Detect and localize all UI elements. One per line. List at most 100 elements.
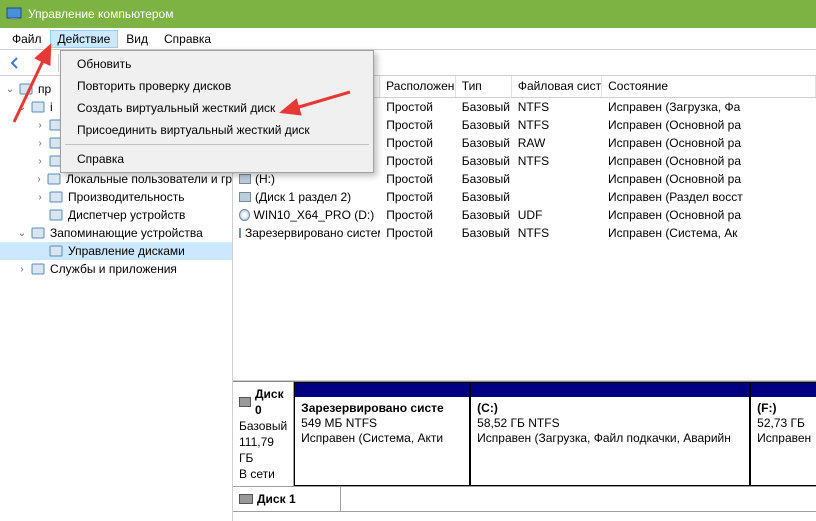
disk-row[interactable]: Диск 1 [233,487,816,512]
volume-name: (Диск 1 раздел 2) [255,190,351,204]
tree-item[interactable]: ⌄ Запоминающие устройства [0,224,232,242]
cell-type: Базовый [456,99,512,115]
disk-icon [239,494,253,504]
expand-toggle[interactable]: › [34,120,46,131]
cell-state: Исправен (Основной ра [602,207,816,223]
forward-button[interactable] [30,52,52,74]
partition-state: Исправен (Система, Акти [301,431,463,446]
partition-stripe [751,383,816,397]
volume-icon [239,228,241,238]
tree-item-label: Управление дисками [66,244,185,258]
cell-layout: Простой [380,207,456,223]
disk-icon [239,397,251,407]
cell-layout: Простой [380,171,456,187]
grid-row[interactable]: Зарезервировано системойПростойБазовыйNT… [233,224,816,242]
menu-item-help[interactable]: Справка [63,148,371,170]
cell-type: Базовый [456,207,512,223]
cell-state: Исправен (Основной ра [602,117,816,133]
partition-title: Зарезервировано систе [301,401,463,416]
cell-type: Базовый [456,117,512,133]
cell-state: Исправен (Основной ра [602,153,816,169]
menu-action[interactable]: Действие [50,30,119,48]
services-icon [30,261,46,277]
expand-toggle[interactable]: › [34,192,46,203]
expand-toggle[interactable]: ⌄ [4,84,16,95]
tree-item-label: Службы и приложения [48,262,177,276]
partition-title: (C:) [477,401,743,416]
cell-layout: Простой [380,189,456,205]
window-title: Управление компьютером [28,7,173,21]
disk-map[interactable]: Диск 0Базовый111,79 ГБВ сетиЗарезервиров… [233,381,816,521]
volume-name: Зарезервировано системой [245,226,380,240]
grid-row[interactable]: WIN10_X64_PRO (D:)ПростойБазовыйUDFИспра… [233,206,816,224]
disk-info: Диск 0Базовый111,79 ГБВ сети [233,382,294,486]
expand-toggle[interactable]: › [34,174,44,185]
tree-item[interactable]: Управление дисками [0,242,232,260]
expand-toggle[interactable]: ⌄ [16,102,28,113]
menubar: Файл Действие Вид Справка [0,28,816,50]
menu-separator [65,144,369,145]
col-type[interactable]: Тип [456,76,512,97]
expand-toggle[interactable]: › [34,156,46,167]
tree-item[interactable]: › Производительность [0,188,232,206]
partition[interactable]: (F:)52,73 ГБИсправен [750,382,816,486]
performance-icon [48,189,64,205]
cell-fs: NTFS [512,99,602,115]
cell-layout: Простой [380,135,456,151]
disk-status: В сети [239,466,287,482]
cell-state: Исправен (Основной ра [602,135,816,151]
tree-item-label: Запоминающие устройства [48,226,203,240]
titlebar[interactable]: Управление компьютером [0,0,816,28]
users-icon [46,171,62,187]
col-layout[interactable]: Расположение [380,76,456,97]
cell-state: Исправен (Раздел восст [602,189,816,205]
partition[interactable]: Зарезервировано систе549 МБ NTFSИсправен… [294,382,470,486]
menu-view[interactable]: Вид [118,30,156,48]
disk-row[interactable]: Диск 0Базовый111,79 ГБВ сетиЗарезервиров… [233,382,816,487]
menu-help[interactable]: Справка [156,30,219,48]
cell-type: Базовый [456,153,512,169]
computer-icon [18,81,34,97]
tree-item-label: і [48,100,53,114]
cell-layout: Простой [380,153,456,169]
cell-fs: NTFS [512,153,602,169]
partition-size: 52,73 ГБ [757,416,816,431]
cell-state: Исправен (Система, Ак [602,225,816,241]
col-fs[interactable]: Файловая система [512,76,602,97]
partition-state: Исправен (Загрузка, Файл подкачки, Авари… [477,431,743,446]
volume-name: (H:) [255,172,275,186]
cell-type: Базовый [456,135,512,151]
volume-name: WIN10_X64_PRO (D:) [254,208,375,222]
expand-toggle[interactable]: › [34,138,46,149]
menu-item-create-vhd[interactable]: Создать виртуальный жесткий диск [63,97,371,119]
menu-file[interactable]: Файл [4,30,50,48]
expand-toggle[interactable]: ⌄ [16,228,28,239]
disk-type: Базовый [239,418,287,434]
tree-item[interactable]: Диспетчер устройств [0,206,232,224]
tree-item-label: Локальные пользователи и гр [64,172,232,186]
partition-state: Исправен [757,431,816,446]
tools-icon [30,99,46,115]
partition-stripe [295,383,469,397]
expand-toggle[interactable]: › [16,264,28,275]
cell-type: Базовый [456,225,512,241]
disk-name: Диск 0 [255,386,287,418]
col-state[interactable]: Состояние [602,76,816,97]
devicemgr-icon [48,207,64,223]
menu-item-refresh[interactable]: Обновить [63,53,371,75]
menu-item-rescan[interactable]: Повторить проверку дисков [63,75,371,97]
partition-size: 58,52 ГБ NTFS [477,416,743,431]
tree-item[interactable]: › Службы и приложения [0,260,232,278]
cell-fs: RAW [512,135,602,151]
menu-item-attach-vhd[interactable]: Присоединить виртуальный жесткий диск [63,119,371,141]
cell-fs: NTFS [512,117,602,133]
tree-item-label: Производительность [66,190,184,204]
partition[interactable]: (C:)58,52 ГБ NTFSИсправен (Загрузка, Фай… [470,382,750,486]
back-button[interactable] [4,52,26,74]
cell-type: Базовый [456,171,512,187]
cell-state: Исправен (Основной ра [602,171,816,187]
cell-layout: Простой [380,99,456,115]
grid-row[interactable]: (Диск 1 раздел 2)ПростойБазовыйИсправен … [233,188,816,206]
storage-icon [30,225,46,241]
disc-icon [239,209,250,221]
